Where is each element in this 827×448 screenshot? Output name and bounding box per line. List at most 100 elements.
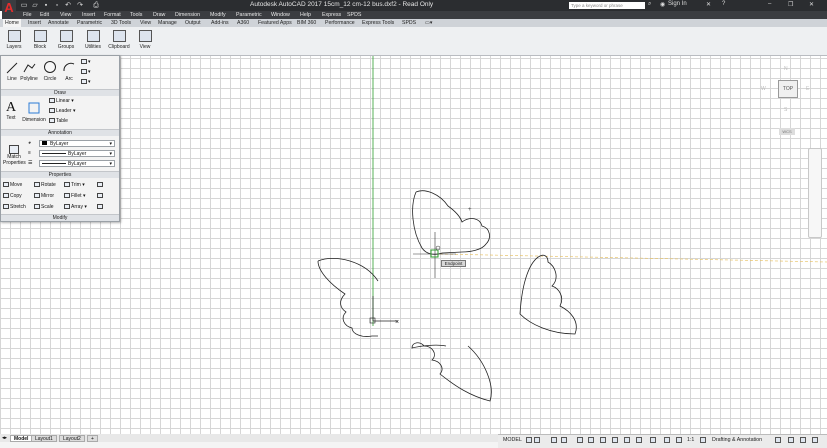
block-button[interactable]: Block	[28, 29, 52, 54]
menu-draw[interactable]: Draw	[153, 11, 165, 19]
menu-help[interactable]: Help	[300, 11, 311, 19]
redo-icon[interactable]: ↷	[74, 1, 86, 10]
tab-layout2[interactable]: Layout2	[59, 435, 85, 442]
workspace-dropdown[interactable]: Drafting & Annotation	[712, 437, 762, 443]
erase-icon[interactable]	[97, 182, 104, 188]
scale-button[interactable]: Scale	[34, 204, 54, 210]
annotation-panel-header[interactable]: Annotation	[1, 129, 119, 136]
workspace-gear-icon[interactable]	[700, 437, 706, 443]
tab-parametric[interactable]: Parametric	[77, 19, 102, 27]
object-snap-tracking-icon[interactable]	[588, 437, 594, 443]
menu-tools[interactable]: Tools	[130, 11, 142, 19]
rotate-button[interactable]: Rotate	[34, 182, 56, 188]
match-properties-button[interactable]: Match Properties	[3, 139, 26, 166]
trim-dropdown[interactable]: Trim ▾	[64, 182, 85, 188]
wcs-menu[interactable]: WCS	[779, 128, 795, 135]
viewcube-top[interactable]: TOP	[778, 80, 798, 98]
linetype-dropdown[interactable]: ByLayer ▾	[39, 160, 115, 167]
menu-insert[interactable]: Insert	[82, 11, 95, 19]
help-icon[interactable]: ?	[722, 1, 725, 7]
annotation-monitor-icon[interactable]	[650, 437, 656, 443]
tab-3d-tools[interactable]: 3D Tools	[111, 19, 131, 27]
menu-view[interactable]: View	[60, 11, 71, 19]
tab-view[interactable]: View	[140, 19, 151, 27]
annotation-scale-dropdown[interactable]: 1:1	[687, 437, 694, 443]
circle-button[interactable]: Circle	[41, 60, 59, 82]
menu-modify[interactable]: Modify	[210, 11, 226, 19]
menu-edit[interactable]: Edit	[40, 11, 49, 19]
tab-add-ins[interactable]: Add-ins	[211, 19, 229, 27]
selection-cycling-icon[interactable]	[636, 437, 642, 443]
menu-dimension[interactable]: Dimension	[175, 11, 200, 19]
fillet-dropdown[interactable]: Fillet ▾	[64, 193, 85, 199]
stretch-button[interactable]: Stretch	[3, 204, 26, 210]
plus-icon[interactable]	[775, 437, 781, 443]
view-button[interactable]: View	[133, 29, 157, 54]
copy-button[interactable]: Copy	[3, 193, 22, 199]
object-snap-icon[interactable]	[600, 437, 606, 443]
search-icon[interactable]: ⌕	[648, 1, 651, 8]
autocad-logo-icon[interactable]: A	[2, 0, 16, 19]
utilities-button[interactable]: Utilities	[81, 29, 105, 54]
lineweight-toggle-icon[interactable]	[612, 437, 618, 443]
color-dropdown[interactable]: ByLayer ▾	[39, 140, 115, 147]
ortho-icon[interactable]	[551, 437, 557, 443]
array-dropdown[interactable]: Array ▾	[64, 204, 87, 210]
tab-a360[interactable]: A360	[237, 19, 249, 27]
grid-icon[interactable]	[526, 437, 532, 443]
offset-icon[interactable]	[97, 204, 104, 210]
table-button[interactable]: Table	[49, 118, 68, 124]
tab-model[interactable]: Model	[10, 435, 33, 442]
rectangle-icon[interactable]: ▾	[81, 59, 91, 65]
menu-spds[interactable]: SPDS	[347, 11, 361, 19]
customization-menu-icon[interactable]	[812, 437, 818, 443]
viewcube-east[interactable]: E	[806, 86, 809, 92]
tab-scroll-icon[interactable]: ◂▸	[2, 435, 7, 441]
annotation-scale-icon[interactable]	[664, 437, 670, 443]
minimize-button[interactable]: –	[768, 1, 771, 7]
drawing-canvas[interactable]: × + Endpoint	[0, 56, 827, 434]
tab-featured-apps[interactable]: Featured Apps	[258, 19, 292, 27]
arc-button[interactable]: Arc	[61, 60, 77, 82]
mirror-button[interactable]: Mirror	[34, 193, 54, 199]
viewcube-south[interactable]: S	[784, 107, 787, 113]
layers-button[interactable]: Layers	[2, 29, 26, 54]
maximize-button[interactable]: ❐	[788, 1, 793, 8]
menu-window[interactable]: Window	[271, 11, 290, 19]
hardware-acceleration-icon[interactable]	[788, 437, 794, 443]
properties-panel-header[interactable]: Properties	[1, 171, 119, 178]
exchange-icon[interactable]: ✕	[706, 1, 711, 8]
tab-express-tools[interactable]: Express Tools	[362, 19, 394, 27]
menu-express[interactable]: Express	[322, 11, 341, 19]
undo-icon[interactable]: ↶	[62, 1, 74, 10]
annotation-visibility-icon[interactable]	[676, 437, 682, 443]
line-button[interactable]: Line	[4, 62, 20, 82]
tab-bim-360[interactable]: BIM 360	[297, 19, 316, 27]
search-input[interactable]: Type a keyword or phrase	[569, 2, 645, 9]
text-button[interactable]: A Text	[4, 101, 18, 122]
hatch-icon[interactable]: ▾	[81, 69, 91, 75]
tab-spds[interactable]: SPDS	[402, 19, 416, 27]
close-button[interactable]: ✕	[809, 1, 814, 8]
menu-format[interactable]: Format	[104, 11, 121, 19]
clipboard-button[interactable]: Clipboard	[107, 29, 131, 54]
draw-more-icon[interactable]: ▾	[81, 79, 91, 85]
add-layout-button[interactable]: +	[87, 435, 98, 442]
move-button[interactable]: Move	[3, 182, 22, 188]
tab-manage[interactable]: Manage	[158, 19, 177, 27]
explode-icon[interactable]	[97, 193, 104, 199]
tab-performance[interactable]: Performance	[325, 19, 355, 27]
navigation-bar[interactable]	[808, 148, 822, 238]
viewcube-north[interactable]: N	[784, 66, 788, 72]
tab-layout1[interactable]: Layout1	[31, 435, 57, 442]
user-icon[interactable]: ◉	[660, 1, 665, 8]
menu-parametric[interactable]: Parametric	[236, 11, 262, 19]
dimension-button[interactable]: Dimension	[21, 101, 47, 123]
lineweight-dropdown[interactable]: ByLayer ▾	[39, 150, 115, 157]
leader-dropdown[interactable]: Leader ▾	[49, 108, 75, 114]
isodraft-icon[interactable]	[577, 437, 583, 443]
tab-annotate[interactable]: Annotate	[48, 19, 69, 27]
plot-icon[interactable]: ⎙	[90, 1, 102, 10]
polar-icon[interactable]	[561, 437, 567, 443]
tab-overflow-icon[interactable]: ▭▾	[425, 19, 433, 27]
